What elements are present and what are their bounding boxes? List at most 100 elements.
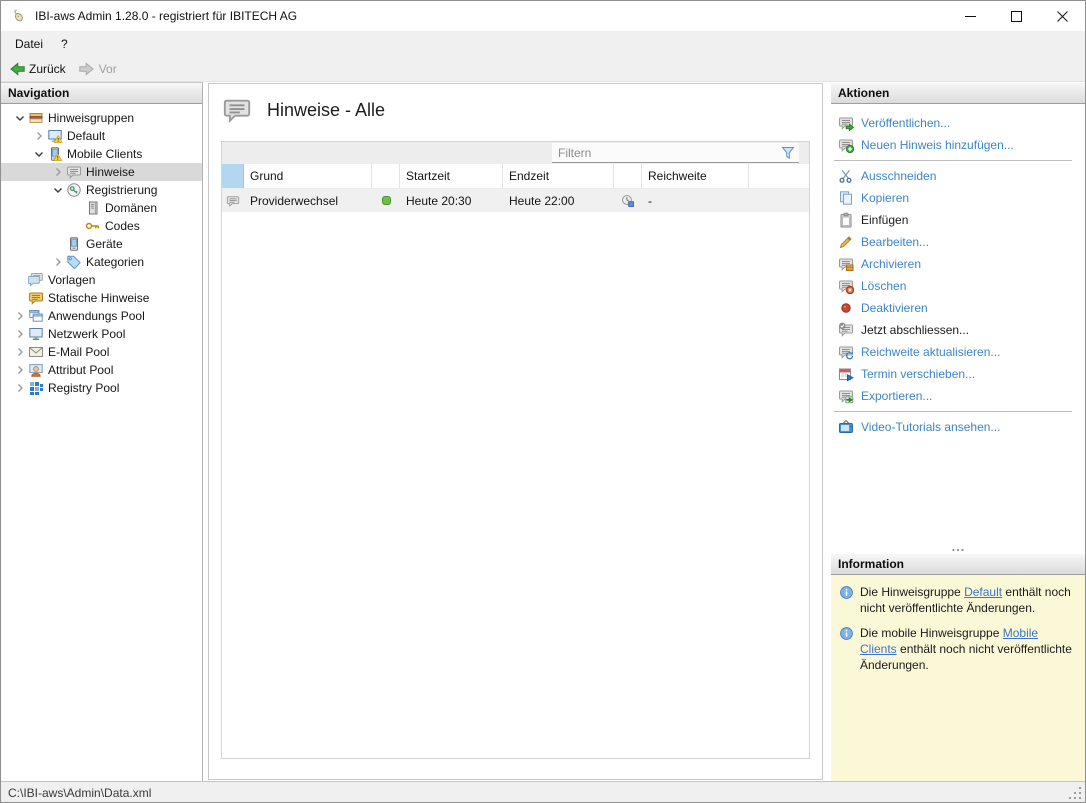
minimize-icon [965,11,976,22]
panel-splitter[interactable]: ... [831,544,1086,554]
action-exportieren[interactable]: Exportieren... [831,385,1086,407]
expander-spacer [11,290,28,306]
titlebar: IBI-aws Admin 1.28.0 - registriert für I… [1,1,1085,31]
expander-closed-icon[interactable] [11,362,28,378]
filter-input[interactable]: Filtern [552,143,799,163]
tree-item-hinweise[interactable]: Hinweise [1,163,202,181]
expander-open-icon[interactable] [11,110,28,126]
expander-closed-icon[interactable] [11,308,28,324]
back-button[interactable]: Zurück [4,61,71,77]
column-header-endzeit[interactable]: Endzeit [503,164,614,188]
status-active-dot [382,196,391,205]
tree-item-vorlagen[interactable]: Vorlagen [1,271,202,289]
reschedule-icon [838,366,854,382]
tree-label: Hinweise [86,165,135,179]
expander-closed-icon[interactable] [49,254,66,270]
action-reichweite-aktualisieren[interactable]: Reichweite aktualisieren... [831,341,1086,363]
tree-item-registrierung[interactable]: Registrierung [1,181,202,199]
expander-closed-icon[interactable] [11,326,28,342]
row-cell-reichweite: - [642,189,749,212]
edit-icon [838,234,854,250]
close-button[interactable] [1039,1,1085,31]
minimize-button[interactable] [947,1,993,31]
tree-item-registry-pool[interactable]: Registry Pool [1,379,202,397]
action-neuen-hinweis[interactable]: Neuen Hinweis hinzufügen... [831,134,1086,156]
close-icon [1057,11,1068,22]
action-veroeffentlichen[interactable]: Veröffentlichen... [831,112,1086,134]
app-windows-icon [28,308,44,324]
action-archivieren[interactable]: Archivieren [831,253,1086,275]
action-label: Deaktivieren [861,301,928,315]
tree-item-geraete[interactable]: Geräte [1,235,202,253]
menu-help[interactable]: ? [52,31,77,56]
action-label: Termin verschieben... [861,367,975,381]
tree-item-default[interactable]: Default [1,127,202,145]
tree-item-kategorien[interactable]: Kategorien [1,253,202,271]
refresh-reach-icon [838,344,854,360]
action-ausschneiden[interactable]: Ausschneiden [831,165,1086,187]
column-header-grund[interactable]: Grund [244,164,372,188]
filter-strip: Filtern [222,142,809,164]
tree-item-mobile-clients[interactable]: Mobile Clients [1,145,202,163]
info-item: Die mobile Hinweisgruppe Mobile Clients … [839,625,1078,673]
schedule-clock-icon [621,194,635,208]
action-loeschen[interactable]: Löschen [831,275,1086,297]
registry-grid-icon [28,380,44,396]
maximize-button[interactable] [993,1,1039,31]
tree-item-hinweisgruppen[interactable]: Hinweisgruppen [1,109,202,127]
expander-open-icon[interactable] [49,182,66,198]
column-header-reichweite[interactable]: Reichweite [642,164,749,188]
key-icon [85,218,101,234]
row-cell-startzeit: Heute 20:30 [400,189,503,212]
tree-label: Default [67,129,105,143]
navigation-toolbar: Zurück Vor [1,56,1085,82]
tree-item-domaenen[interactable]: Domänen [1,199,202,217]
tree-label: Registrierung [86,183,157,197]
forward-label: Vor [99,62,117,76]
menubar: Datei ? [1,31,1085,56]
expander-closed-icon[interactable] [30,128,47,144]
action-label: Kopieren [861,191,909,205]
action-deaktivieren[interactable]: Deaktivieren [831,297,1086,319]
link-default[interactable]: Default [964,585,1002,599]
tree-label: Statische Hinweise [48,291,149,305]
window-title: IBI-aws Admin 1.28.0 - registriert für I… [35,9,297,23]
app-logo-icon [10,8,26,24]
tree-item-statische-hinweise[interactable]: Statische Hinweise [1,289,202,307]
tree-item-email-pool[interactable]: E-Mail Pool [1,343,202,361]
tree-label: Anwendungs Pool [48,309,145,323]
action-jetzt-abschliessen[interactable]: Jetzt abschliessen... [831,319,1086,341]
action-label: Ausschneiden [861,169,936,183]
table-row[interactable]: Providerwechsel Heute 20:30 Heute 22:00 … [222,189,809,212]
add-note-icon [838,137,854,153]
resize-grip[interactable] [1069,787,1082,800]
action-video-tutorials[interactable]: Video-Tutorials ansehen... [831,416,1086,438]
deactivate-icon [838,300,854,316]
expander-closed-icon[interactable] [49,164,66,180]
tree-item-anwendungs-pool[interactable]: Anwendungs Pool [1,307,202,325]
expander-closed-icon[interactable] [11,380,28,396]
menu-datei[interactable]: Datei [6,31,52,56]
action-bearbeiten[interactable]: Bearbeiten... [831,231,1086,253]
filter-funnel-icon[interactable] [781,146,795,160]
column-header-icon[interactable] [222,164,244,188]
column-header-scope-icon[interactable] [614,164,642,188]
tree-item-codes[interactable]: Codes [1,217,202,235]
tree-label: Kategorien [86,255,144,269]
action-termin-verschieben[interactable]: Termin verschieben... [831,363,1086,385]
maximize-icon [1011,11,1022,22]
column-header-status[interactable] [372,164,400,188]
action-kopieren[interactable]: Kopieren [831,187,1086,209]
action-einfuegen[interactable]: Einfügen [831,209,1086,231]
right-panel: Aktionen Veröffentlichen... Neuen Hinwei… [831,83,1086,781]
expander-open-icon[interactable] [30,146,47,162]
expander-closed-icon[interactable] [11,344,28,360]
forward-button[interactable]: Vor [74,61,122,77]
app-window: IBI-aws Admin 1.28.0 - registriert für I… [0,0,1086,803]
tag-icon [66,254,82,270]
actions-separator [834,160,1072,161]
tree-item-netzwerk-pool[interactable]: Netzwerk Pool [1,325,202,343]
tree-item-attribut-pool[interactable]: Attribut Pool [1,361,202,379]
column-header-startzeit[interactable]: Startzeit [400,164,503,188]
tree-label: E-Mail Pool [48,345,109,359]
